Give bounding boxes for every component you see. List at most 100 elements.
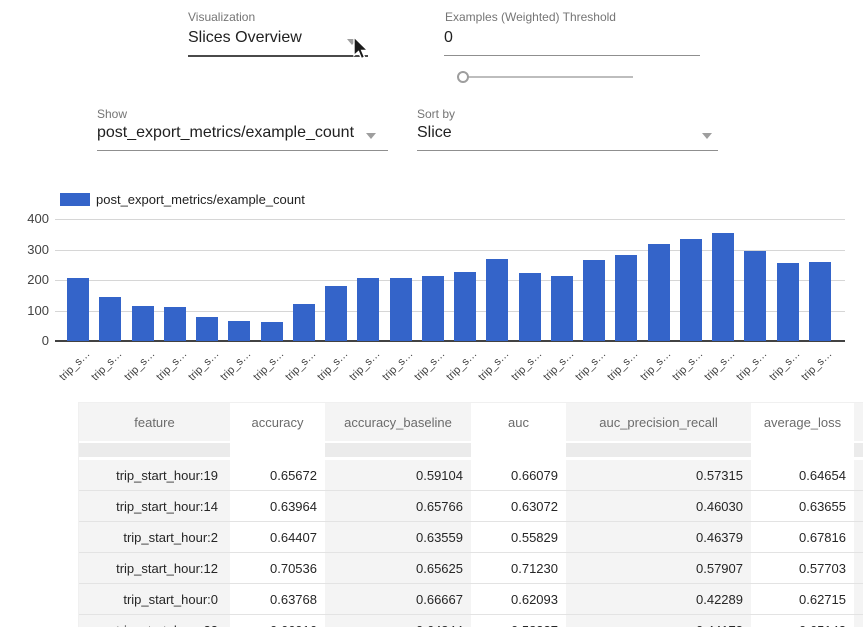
chart-bar[interactable] bbox=[551, 276, 573, 341]
metric-cell: 0.65142 bbox=[751, 615, 854, 627]
gridline bbox=[55, 219, 845, 220]
chevron-down-icon[interactable] bbox=[366, 133, 376, 139]
chevron-down-icon[interactable] bbox=[702, 133, 712, 139]
feature-cell: trip_start_hour:23 bbox=[79, 615, 230, 627]
sort-by-underline bbox=[417, 150, 718, 151]
metric-cell bbox=[854, 459, 863, 491]
metric-cell bbox=[854, 615, 863, 627]
y-axis-tick-label: 300 bbox=[0, 242, 49, 257]
chart-bar[interactable] bbox=[67, 278, 89, 341]
chart-bar[interactable] bbox=[648, 244, 670, 341]
metric-cell bbox=[854, 491, 863, 522]
show-underline bbox=[97, 150, 388, 151]
feature-cell: trip_start_hour:12 bbox=[79, 553, 230, 584]
chart-bar[interactable] bbox=[615, 255, 637, 341]
metric-cell: 0.70536 bbox=[230, 553, 325, 584]
chart-bar[interactable] bbox=[777, 263, 799, 341]
metric-cell: 0.66079 bbox=[471, 459, 566, 491]
chart-bar[interactable] bbox=[357, 278, 379, 341]
filter-cell bbox=[854, 442, 863, 459]
column-header-accuracy_baseline[interactable]: accuracy_baseline bbox=[325, 403, 471, 442]
chart-bar[interactable] bbox=[712, 233, 734, 341]
chart-bar[interactable] bbox=[325, 286, 347, 341]
threshold-input[interactable]: 0 bbox=[444, 29, 453, 47]
visualization-label: Visualization bbox=[188, 10, 255, 24]
filter-cell bbox=[566, 442, 751, 459]
y-axis-tick-label: 200 bbox=[0, 272, 49, 287]
metric-cell: 0.65672 bbox=[230, 459, 325, 491]
metric-cell: 0.62715 bbox=[751, 584, 854, 615]
metric-cell: 0.44173 bbox=[566, 615, 751, 627]
chart-bar[interactable] bbox=[390, 278, 412, 341]
table-filter-row bbox=[79, 442, 863, 459]
metric-cell: 0.66667 bbox=[325, 584, 471, 615]
table-row[interactable]: trip_start_hour:20.644070.635590.558290.… bbox=[79, 522, 863, 553]
threshold-slider-thumb[interactable] bbox=[457, 71, 469, 83]
metric-cell: 0.57703 bbox=[751, 553, 854, 584]
visualization-dropdown[interactable]: Slices Overview bbox=[188, 29, 302, 47]
column-header-accuracy[interactable]: accuracy bbox=[230, 403, 325, 442]
y-axis-tick-label: 400 bbox=[0, 211, 49, 226]
mouse-cursor-icon bbox=[352, 36, 370, 62]
table-row[interactable]: trip_start_hour:120.705360.656250.712300… bbox=[79, 553, 863, 584]
feature-cell: trip_start_hour:2 bbox=[79, 522, 230, 553]
column-header-auc[interactable]: auc bbox=[471, 403, 566, 442]
metric-cell: 0.63964 bbox=[230, 491, 325, 522]
metric-cell: 0.57315 bbox=[566, 459, 751, 491]
chart-bar[interactable] bbox=[809, 262, 831, 341]
y-axis-tick-label: 100 bbox=[0, 303, 49, 318]
feature-cell: trip_start_hour:0 bbox=[79, 584, 230, 615]
column-header-auc_precision_recall[interactable]: auc_precision_recall bbox=[566, 403, 751, 442]
filter-cell bbox=[325, 442, 471, 459]
metric-cell: 0.63559 bbox=[325, 522, 471, 553]
threshold-underline bbox=[444, 55, 700, 56]
metric-cell bbox=[854, 584, 863, 615]
y-axis-tick-label: 0 bbox=[0, 333, 49, 348]
visualization-underline bbox=[188, 55, 368, 57]
metric-cell bbox=[854, 553, 863, 584]
metric-cell: 0.63072 bbox=[471, 491, 566, 522]
metrics-table-container: featureaccuracyaccuracy_baselineaucauc_p… bbox=[78, 402, 863, 627]
metric-cell: 0.64407 bbox=[230, 522, 325, 553]
metrics-table: featureaccuracyaccuracy_baselineaucauc_p… bbox=[79, 403, 863, 627]
chart-bar[interactable] bbox=[583, 260, 605, 341]
chart-bar[interactable] bbox=[164, 307, 186, 341]
chart-bar[interactable] bbox=[293, 304, 315, 341]
metric-cell: 0.65625 bbox=[325, 553, 471, 584]
chart-bar[interactable] bbox=[132, 306, 154, 341]
metric-cell: 0.63655 bbox=[751, 491, 854, 522]
feature-cell: trip_start_hour:19 bbox=[79, 459, 230, 491]
filter-cell bbox=[230, 442, 325, 459]
metric-cell: 0.55829 bbox=[471, 522, 566, 553]
chart-bar[interactable] bbox=[422, 276, 444, 341]
table-row[interactable]: trip_start_hour:190.656720.591040.660790… bbox=[79, 459, 863, 491]
chart-bar[interactable] bbox=[744, 251, 766, 341]
chart-bar[interactable] bbox=[196, 317, 218, 341]
chart-bar[interactable] bbox=[228, 321, 250, 341]
table-row[interactable]: trip_start_hour:140.639640.657660.630720… bbox=[79, 491, 863, 522]
metric-cell: 0.64654 bbox=[751, 459, 854, 491]
column-header-average_loss[interactable]: average_loss bbox=[751, 403, 854, 442]
sort-by-label: Sort by bbox=[417, 107, 455, 121]
metric-cell: 0.58337 bbox=[471, 615, 566, 627]
threshold-slider-track[interactable] bbox=[464, 76, 633, 78]
bar-chart-plot: 0100200300400trip_s…trip_s…trip_s…trip_s… bbox=[0, 185, 863, 400]
chart-bar[interactable] bbox=[454, 272, 476, 341]
sort-by-dropdown[interactable]: Slice bbox=[417, 124, 452, 142]
metric-cell: 0.62093 bbox=[471, 584, 566, 615]
chart-bar[interactable] bbox=[519, 273, 541, 341]
chart-bar[interactable] bbox=[99, 297, 121, 341]
chart-bar[interactable] bbox=[261, 322, 283, 341]
column-header-feature[interactable]: feature bbox=[79, 403, 230, 442]
table-row[interactable]: trip_start_hour:00.637680.666670.620930.… bbox=[79, 584, 863, 615]
column-header bbox=[854, 403, 863, 442]
show-dropdown[interactable]: post_export_metrics/example_count bbox=[97, 124, 354, 142]
feature-cell: trip_start_hour:14 bbox=[79, 491, 230, 522]
filter-cell bbox=[751, 442, 854, 459]
metric-cell: 0.64844 bbox=[325, 615, 471, 627]
metric-cell: 0.42289 bbox=[566, 584, 751, 615]
metric-cell: 0.57907 bbox=[566, 553, 751, 584]
chart-bar[interactable] bbox=[680, 239, 702, 341]
table-row[interactable]: trip_start_hour:230.660160.648440.583370… bbox=[79, 615, 863, 627]
chart-bar[interactable] bbox=[486, 259, 508, 341]
